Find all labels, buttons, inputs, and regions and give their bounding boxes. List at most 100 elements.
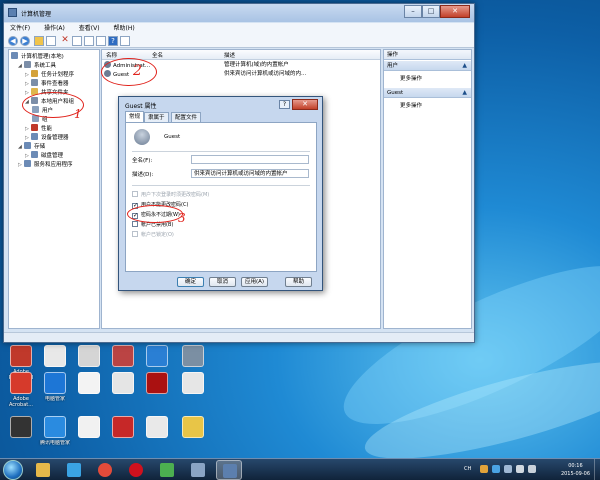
apply-button[interactable]: 应用(A) [241,277,268,287]
close-button[interactable]: ✕ [440,5,470,18]
refresh-icon[interactable] [84,36,94,46]
view-icon[interactable] [120,36,130,46]
taskbar-button[interactable] [154,460,180,480]
tree-item[interactable]: ▷ 设备管理器 [25,133,69,142]
desktop-icon[interactable]: Adobe Acrobat... [4,372,38,412]
tree-item[interactable]: ◢ 系统工具 [18,61,56,70]
tree-item[interactable]: ▷ 任务计划程序 [25,70,74,79]
tray-volume-icon[interactable] [528,465,536,473]
show-desktop-button[interactable] [594,459,600,480]
fullname-field[interactable] [191,155,309,164]
forward-icon[interactable]: ▶ [20,36,30,46]
show-tree-icon[interactable] [46,36,56,46]
desktop-app-icon [10,416,32,438]
divider [132,151,310,152]
back-icon[interactable]: ◀ [8,36,18,46]
desktop-app-icon [44,372,66,394]
tray-flag-icon[interactable] [504,465,512,473]
taskbar: CH 00:16 2015-09-06 [0,458,600,480]
help-button[interactable]: 帮助 [285,277,312,287]
desktop-icon[interactable] [72,372,106,412]
computer-management-icon [8,8,17,17]
annotation-ellipse-2 [101,58,157,86]
checkbox-box[interactable] [132,231,138,237]
taskbar-button[interactable] [92,460,118,480]
desktop-icon[interactable] [4,416,38,456]
guest-properties-dialog: Guest 属性 ? ✕ 常规 隶属于 配置文件 Guest 全名(F): 描述… [118,96,323,291]
tree-node-icon [24,61,31,68]
clock-time: 00:16 [568,463,583,469]
desktop-icon[interactable] [176,416,210,456]
checkbox-must-change-password[interactable]: 用户下次登录时须更改密码(M) [132,191,209,198]
cancel-button[interactable]: 取消 [209,277,236,287]
menu-action[interactable]: 操作(A) [38,23,71,34]
actions-section-users[interactable]: 用户 ▲ [384,61,471,71]
checkbox-account-locked[interactable]: 帐户已锁定(O) [132,231,174,238]
tree-item[interactable]: ▷ 磁盘管理 [25,151,63,160]
taskbar-button[interactable] [123,460,149,480]
collapse-icon[interactable]: ▲ [462,88,467,98]
column-fullname[interactable]: 全名 [152,51,163,59]
tree-root[interactable]: 计算机管理(本地) [11,52,64,61]
up-icon[interactable] [34,36,44,46]
desktop-app-icon [182,372,204,394]
desktop-icon[interactable]: 电脑管家 [38,372,72,412]
ok-button[interactable]: 确定 [177,277,204,287]
desktop-icon-label [4,440,38,452]
desktop-icon-label [72,440,106,452]
tree-item[interactable]: ▷ 性能 [25,124,52,133]
taskbar-button[interactable] [185,460,211,480]
more-actions-guest[interactable]: 更多操作▶ [400,101,422,109]
collapse-icon[interactable]: ▲ [462,61,467,71]
menu-file[interactable]: 文件(F) [4,23,36,34]
dialog-close-button[interactable]: ✕ [292,99,318,110]
desktop-icon[interactable] [106,416,140,456]
export-icon[interactable] [96,36,106,46]
help-icon[interactable]: ? [108,36,118,46]
title-bar[interactable]: 计算机管理 – □ ✕ [4,4,474,22]
tab-general[interactable]: 常规 [125,111,145,122]
dialog-help-button[interactable]: ? [279,100,290,109]
maximize-button[interactable]: □ [422,5,440,18]
tree-item-label: 系统工具 [34,63,57,69]
desktop-icon[interactable] [106,372,140,412]
computer-icon [11,52,18,59]
minimize-button[interactable]: – [404,5,422,18]
column-name[interactable]: 名称 [106,51,117,59]
tree-item[interactable]: ▷ 事件查看器 [25,79,69,88]
desktop-icon[interactable] [140,372,174,412]
start-button[interactable] [3,460,23,480]
taskbar-button[interactable] [61,460,87,480]
more-actions-users[interactable]: 更多操作▶ [400,74,422,82]
taskbar-button[interactable] [216,460,242,480]
tab-profile[interactable]: 配置文件 [171,112,202,122]
desktop-app-icon [10,345,32,367]
taskbar-button[interactable] [30,460,56,480]
actions-section-guest[interactable]: Guest ▲ [384,88,471,98]
desktop-app-icon [112,372,134,394]
tree-node-icon [24,160,31,167]
menu-view[interactable]: 查看(V) [73,23,106,34]
menu-help[interactable]: 帮助(H) [108,23,141,34]
desktop-icon[interactable] [72,416,106,456]
desktop-icon[interactable]: 腾讯电脑管家 [38,416,72,456]
tray-network-icon[interactable] [516,465,524,473]
clock[interactable]: 00:16 2015-09-06 [561,462,590,478]
tray-security-icon[interactable] [492,465,500,473]
delete-icon[interactable]: ✕ [60,36,70,46]
description-field[interactable]: 供来宾访问计算机或访问域的内置帐户 [191,169,309,178]
checkbox-box[interactable] [132,221,138,227]
actions-title: 操作 [384,50,471,60]
desktop-icon[interactable] [176,372,210,412]
general-tab-panel: Guest 全名(F): 描述(D): 供来宾访问计算机或访问域的内置帐户 用户… [125,122,317,272]
column-description[interactable]: 描述 [224,51,235,59]
tree-item[interactable]: ◢ 存储 [18,142,45,151]
tray-app-icon[interactable] [480,465,488,473]
tree-item[interactable]: ▷ 服务和应用程序 [18,160,73,169]
desktop-icon[interactable] [140,416,174,456]
properties-icon[interactable] [72,36,82,46]
checkbox-box[interactable] [132,191,138,197]
language-indicator[interactable]: CH [464,466,471,472]
desktop-icon-label [140,396,174,408]
tab-member-of[interactable]: 隶属于 [144,112,169,122]
